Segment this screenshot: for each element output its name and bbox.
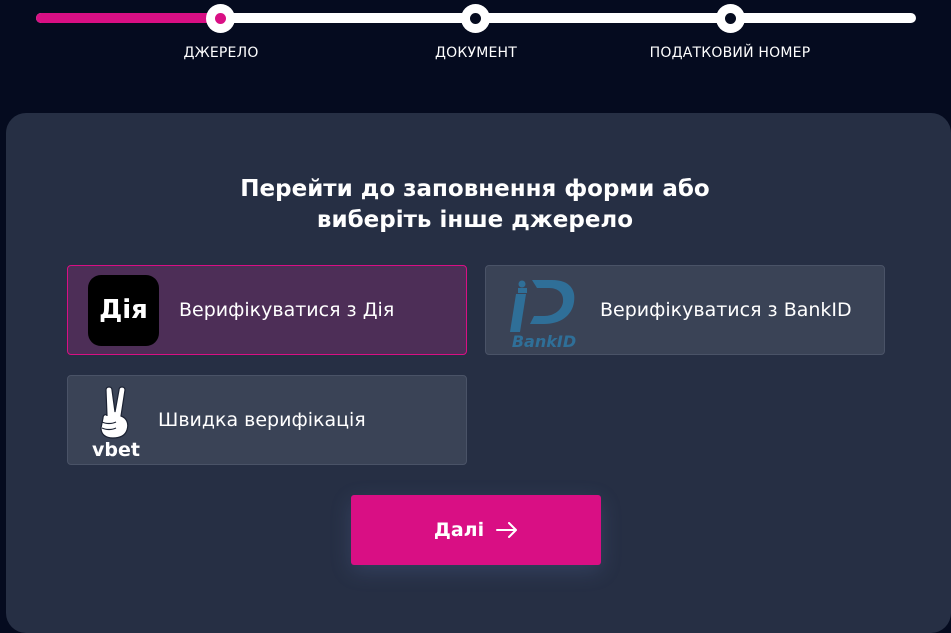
bankid-logo-text: BankID <box>512 332 576 350</box>
step-node-document[interactable] <box>461 4 490 33</box>
step-node-tax-number[interactable] <box>716 4 745 33</box>
option-quick-verification-label: Швидка верифікація <box>158 409 366 431</box>
step-dot <box>470 13 481 24</box>
step-label-document: ДОКУМЕНТ <box>434 45 518 61</box>
option-bankid[interactable]: BankID Верифікуватися з BankID <box>485 265 885 355</box>
vbet-logo-text: vbet <box>92 439 140 458</box>
heading-line-2: виберіть інше джерело <box>316 207 634 233</box>
vbet-logo-icon: vbet <box>92 386 140 458</box>
next-button-label: Далі <box>433 519 485 541</box>
heading-line-1: Перейти до заповнення форми або <box>240 176 710 202</box>
arrow-right-icon <box>496 522 518 538</box>
step-dot <box>725 13 736 24</box>
diia-logo-text: Дія <box>99 295 148 325</box>
step-label-source: ДЖЕРЕЛО <box>183 45 259 61</box>
step-label-tax-number: ПОДАТКОВИЙ НОМЕР <box>649 45 811 61</box>
page-heading: Перейти до заповнення форми або виберіть… <box>200 174 750 236</box>
stepper-progress-fill <box>36 13 221 23</box>
bankid-logo-icon: BankID <box>510 280 576 350</box>
option-bankid-label: Верифікуватися з BankID <box>600 299 852 321</box>
diia-logo-icon: Дія <box>88 274 159 346</box>
option-diia-label: Верифікуватися з Дія <box>179 299 395 321</box>
option-quick-verification[interactable]: vbet Швидка верифікація <box>67 375 467 465</box>
step-node-source[interactable] <box>206 4 235 33</box>
step-active-dot <box>215 13 226 24</box>
option-diia[interactable]: Дія Верифікуватися з Дія <box>67 265 467 355</box>
progress-stepper: ДЖЕРЕЛО ДОКУМЕНТ ПОДАТКОВИЙ НОМЕР <box>0 0 951 110</box>
next-button[interactable]: Далі <box>351 495 601 565</box>
